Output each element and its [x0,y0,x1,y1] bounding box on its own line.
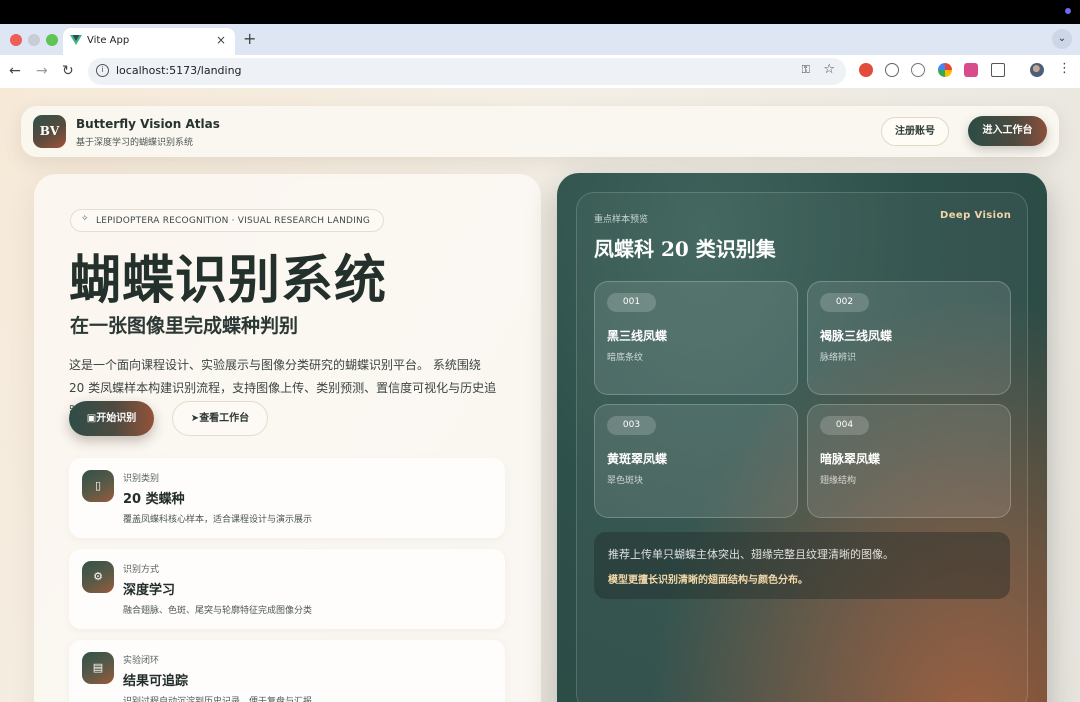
upload-tip: 推荐上传单只蝴蝶主体突出、翅缘完整且纹理清晰的图像。 模型更擅长识别清晰的翅面结… [594,532,1010,599]
extension-translate-icon[interactable] [964,63,978,77]
feature-card: ▤ 实验闭环 结果可追踪 识别过程自动沉淀到历史记录，便于复盘与汇报 [69,640,505,702]
feature-description: 融合翅脉、色斑、尾突与轮廓特征完成图像分类 [123,606,313,616]
feature-title: 深度学习 [123,583,176,598]
register-button[interactable]: 注册账号 [881,117,949,146]
preview-card: 重点样本预览 Deep Vision 凤蝶科 20 类识别集 001 黑三线凤蝶… [557,173,1047,702]
sample-number: 004 [820,416,869,435]
browser-menu-icon[interactable]: ⋮ [1058,61,1071,76]
deep-vision-badge: Deep Vision [940,210,1012,221]
image-icon: ▣ [86,413,97,424]
sample-description: 暗底条纹 [607,353,644,363]
sample-description: 翅缘结构 [820,476,857,486]
view-workspace-label: 查看工作台 [199,413,250,424]
status-dot [1065,8,1071,14]
sample-number: 002 [820,293,869,312]
sample-card[interactable]: 003 黄斑翠凤蝶 翠色斑块 [594,404,798,518]
sample-name: 暗脉翠凤蝶 [820,452,881,466]
bookmark-icon: ▯ [82,470,114,502]
feature-card: ⚙ 识别方式 深度学习 融合翅脉、色斑、尾突与轮廓特征完成图像分类 [69,549,505,629]
sample-description: 脉络辨识 [820,353,857,363]
brand-name: Butterfly Vision Atlas [76,117,220,131]
extension-leaf-icon[interactable] [911,63,925,77]
back-icon[interactable]: ← [9,62,21,80]
hero-card: ✧ LEPIDOPTERA RECOGNITION · VISUAL RESEA… [34,174,541,702]
page-title: 蝴蝶识别系统 [69,250,388,311]
profile-avatar[interactable] [1030,63,1044,77]
feature-title: 结果可追踪 [123,674,189,689]
upload-tip-text: 推荐上传单只蝴蝶主体突出、翅缘完整且纹理清晰的图像。 [608,548,894,561]
bookmark-star-icon[interactable]: ☆ [823,62,835,77]
tab-vite-app[interactable]: Vite App × [63,28,235,55]
tab-close-icon[interactable]: × [216,33,226,47]
feature-card: ▯ 识别类别 20 类蝶种 覆盖凤蝶科核心样本，适合课程设计与演示展示 [69,458,505,538]
page-subtitle: 在一张图像里完成蝶种判别 [70,315,299,337]
view-workspace-button[interactable]: ➤查看工作台 [172,401,268,436]
hero-tag: ✧ LEPIDOPTERA RECOGNITION · VISUAL RESEA… [70,209,384,232]
tab-search-button[interactable]: ⌄ [1052,29,1072,49]
enter-workspace-button[interactable]: 进入工作台 [968,116,1047,146]
tab-bar: Vite App × + ⌄ [0,24,1080,55]
sample-card[interactable]: 002 褐脉三线凤蝶 脉络辨识 [807,281,1011,395]
send-icon: ➤ [190,413,200,424]
sample-description: 翠色斑块 [607,476,644,486]
password-key-icon[interactable]: ⚿ [802,63,810,77]
feature-kicker: 识别方式 [123,565,160,575]
feature-kicker: 识别类别 [123,474,160,484]
preview-eyebrow: 重点样本预览 [594,215,649,225]
feature-kicker: 实验闭环 [123,656,160,666]
feature-title: 20 类蝶种 [123,492,185,507]
close-window-button[interactable] [10,34,22,46]
opera-extension-icon[interactable] [859,63,873,77]
navigation-bar: ← → ↻ i localhost:5173/landing ⚿ ☆ ⋮ [0,55,1080,88]
vue-logo-icon [70,35,82,45]
chip-icon: ⚙ [82,561,114,593]
landing-page: BV Butterfly Vision Atlas 基于深度学习的蝴蝶识别系统 … [0,88,1080,702]
start-recognition-label: 开始识别 [96,413,137,424]
sample-number: 001 [607,293,656,312]
sample-card[interactable]: 004 暗脉翠凤蝶 翅缘结构 [807,404,1011,518]
sample-name: 黑三线凤蝶 [607,329,668,343]
address-bar[interactable]: i localhost:5173/landing ⚿ ☆ [88,58,846,85]
model-hint-text: 模型更擅长识别清晰的翅面结构与颜色分布。 [608,575,808,586]
sample-name: 褐脉三线凤蝶 [820,329,893,343]
extensions-puzzle-icon[interactable] [991,63,1005,77]
site-header: BV Butterfly Vision Atlas 基于深度学习的蝴蝶识别系统 … [21,106,1059,157]
forward-icon[interactable]: → [36,62,48,80]
url-text[interactable]: localhost:5173/landing [116,64,242,77]
presentation-icon: ▤ [82,652,114,684]
minimize-window-button[interactable] [28,34,40,46]
extension-face-icon[interactable] [885,63,899,77]
site-info-icon[interactable]: i [96,64,109,77]
brand-subtitle: 基于深度学习的蝴蝶识别系统 [76,138,194,148]
browser-chrome: Vite App × + ⌄ ← → ↻ i localhost:5173/la… [0,24,1080,88]
sample-number: 003 [607,416,656,435]
extension-color-ring-icon[interactable] [938,63,952,77]
tab-title: Vite App [87,35,130,46]
hero-tag-text: LEPIDOPTERA RECOGNITION · VISUAL RESEARC… [96,216,371,226]
reload-icon[interactable]: ↻ [62,62,74,80]
preview-title: 凤蝶科 20 类识别集 [594,237,776,261]
new-tab-button[interactable]: + [243,29,256,48]
brand-logo[interactable]: BV [33,115,66,148]
os-menu-strip [0,0,1080,24]
feature-description: 覆盖凤蝶科核心样本，适合课程设计与演示展示 [123,515,313,525]
sparkle-icon: ✧ [81,214,89,224]
feature-description: 识别过程自动沉淀到历史记录，便于复盘与汇报 [123,697,313,702]
start-recognition-button[interactable]: ▣开始识别 [69,401,154,436]
sample-card[interactable]: 001 黑三线凤蝶 暗底条纹 [594,281,798,395]
maximize-window-button[interactable] [46,34,58,46]
sample-name: 黄斑翠凤蝶 [607,452,668,466]
